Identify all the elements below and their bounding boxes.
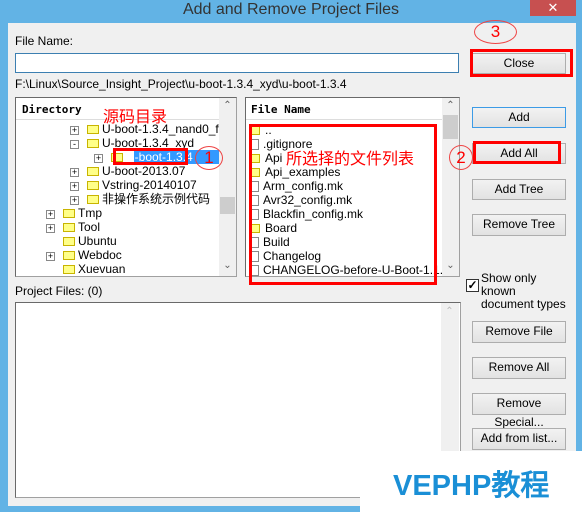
folder-icon — [63, 223, 75, 232]
folder-icon — [87, 195, 99, 204]
scroll-down-icon[interactable]: ⌄ — [443, 260, 458, 271]
expander-icon[interactable]: + — [70, 182, 79, 191]
tree-item[interactable]: + Tool — [16, 220, 219, 234]
folder-icon — [87, 181, 99, 190]
remove-special-button[interactable]: Remove Special... — [472, 393, 566, 429]
file-name-label: File Name: — [15, 34, 74, 48]
watermark-logo: VEPHP教程 — [393, 470, 550, 502]
directory-scrollbar[interactable] — [219, 98, 236, 276]
annotation-box-add-all — [473, 141, 561, 164]
scroll-down-icon[interactable]: ⌄ — [220, 260, 235, 271]
tree-item[interactable]: + U-boot-2013.07 — [16, 164, 219, 178]
folder-icon — [87, 125, 99, 134]
directory-items: + U-boot-1.3.4_nand0_fyy - U-boot-1.3.4_xyd… — [16, 122, 219, 276]
directory-header: Directory — [22, 103, 82, 116]
tree-item-label: Vstring-20140107 — [102, 178, 197, 192]
tree-item-label: Webdoc — [78, 248, 122, 262]
annotation-box-files — [249, 124, 437, 285]
folder-icon — [63, 237, 75, 246]
scroll-thumb[interactable] — [443, 115, 458, 139]
expander-icon[interactable]: - — [70, 140, 79, 149]
add-tree-button[interactable]: Add Tree — [472, 179, 566, 200]
tree-item[interactable]: Ubuntu — [16, 234, 219, 248]
window-title: Add and Remove Project Files — [182, 1, 400, 18]
show-known-label: Show only known document types — [481, 271, 566, 311]
remove-all-button[interactable]: Remove All — [472, 357, 566, 379]
current-path: F:\Linux\Source_Insight_Project\u-boot-1… — [15, 77, 347, 91]
add-button[interactable]: Add — [472, 107, 566, 128]
project-files-label: Project Files: (0) — [15, 284, 103, 298]
annotation-step-2: 2 — [449, 145, 473, 170]
annotation-step-1: 1 — [195, 146, 223, 170]
file-name-input[interactable] — [15, 53, 459, 73]
expander-icon[interactable]: + — [46, 224, 55, 233]
tree-item-label: U-boot-2013.07 — [102, 164, 186, 178]
folder-icon — [63, 265, 75, 274]
expander-icon[interactable]: + — [70, 126, 79, 135]
file-list-header: File Name — [251, 103, 311, 116]
remove-tree-button[interactable]: Remove Tree — [472, 214, 566, 236]
folder-icon — [63, 251, 75, 260]
window-close-button[interactable]: ✕ — [530, 0, 576, 16]
expander-icon[interactable]: + — [70, 196, 79, 205]
annotation-box-close — [470, 49, 573, 77]
tree-item-label: Tmp — [78, 206, 102, 220]
remove-file-button[interactable]: Remove File — [472, 321, 566, 343]
expander-icon[interactable]: + — [46, 210, 55, 219]
tree-item[interactable]: + Vstring-20140107 — [16, 178, 219, 192]
expander-icon[interactable]: + — [46, 252, 55, 261]
folder-icon — [87, 139, 99, 148]
annotation-step-3: 3 — [474, 20, 517, 44]
tree-item[interactable]: Xuevuan — [16, 262, 219, 276]
tree-item-label: Ubuntu — [78, 234, 117, 248]
tree-item[interactable]: + Webdoc — [16, 248, 219, 262]
folder-icon — [63, 209, 75, 218]
tree-item[interactable]: + 非操作系统示例代码 — [16, 192, 219, 206]
tree-item-label: 非操作系统示例代码 — [102, 192, 211, 206]
show-known-checkbox[interactable]: ✓ — [466, 279, 479, 292]
expander-icon[interactable]: + — [94, 154, 103, 163]
add-from-list-button[interactable]: Add from list... — [472, 428, 566, 450]
tree-item-label: Xuevuan — [78, 262, 126, 276]
tree-item-label: Tool — [78, 220, 101, 234]
annotation-box-dir — [113, 148, 188, 165]
scroll-up-icon[interactable]: ⌃ — [443, 100, 458, 111]
tree-item[interactable]: + Tmp — [16, 206, 219, 220]
scroll-up-icon[interactable]: ⌃ — [442, 306, 457, 317]
scroll-up-icon[interactable]: ⌃ — [220, 100, 235, 111]
folder-icon — [87, 167, 99, 176]
annotation-dir-label: 源码目录 — [103, 109, 168, 126]
scroll-thumb[interactable] — [220, 197, 235, 214]
expander-icon[interactable]: + — [70, 168, 79, 177]
